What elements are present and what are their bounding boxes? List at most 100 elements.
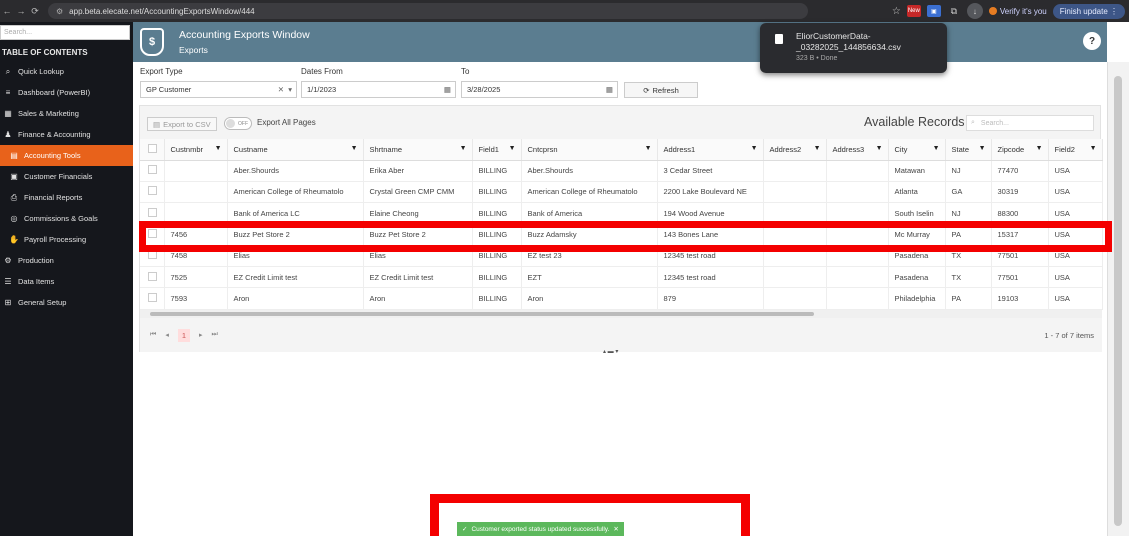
table-row[interactable]: 7458 Elias Elias BILLING EZ test 23 12345 tes… (140, 245, 1103, 267)
column-header[interactable]: Address3 ▼ (826, 139, 889, 161)
column-header[interactable]: Address2 ▼ (763, 139, 827, 161)
calendar-icon[interactable]: ▦ (444, 85, 451, 94)
toast-message: Customer exported status updated success… (471, 525, 610, 533)
sidebar-item-dashboard[interactable]: ≡ Dashboard (PowerBI) (0, 82, 133, 103)
filter-icon[interactable]: ▼ (351, 145, 358, 152)
clear-icon[interactable]: ✕ (278, 85, 284, 94)
filter-icon[interactable]: ▼ (645, 145, 652, 152)
filter-icon[interactable]: ▼ (814, 145, 821, 152)
calendar-icon[interactable]: ▦ (606, 85, 613, 94)
sidebar-item-general-setup[interactable]: ⊞ General Setup (0, 292, 133, 313)
file-icon (775, 34, 783, 44)
filter-icon[interactable]: ▼ (876, 145, 883, 152)
extensions-puzzle-icon[interactable]: ⧉ (947, 5, 961, 17)
row-checkbox[interactable] (140, 266, 165, 289)
filter-icon[interactable]: ▼ (509, 145, 516, 152)
filter-icon[interactable]: ▼ (1090, 145, 1097, 152)
sidebar-item-payroll-processing[interactable]: ✋ Payroll Processing (0, 229, 133, 250)
grid-search-input[interactable]: ⌕ Search... (966, 115, 1094, 131)
table-cell (826, 181, 889, 204)
sidebar-item-label: Production (18, 256, 54, 265)
table-row[interactable]: 7525 EZ Credit Limit test EZ Credit Limit … (140, 266, 1103, 289)
dates-from-input[interactable]: 1/1/2023 ▦ (301, 81, 456, 98)
filter-icon[interactable]: ▼ (751, 145, 758, 152)
sidebar-item-financial-reports[interactable]: ⎙ Financial Reports (0, 187, 133, 208)
row-checkbox[interactable] (140, 287, 165, 310)
verify-account-button[interactable]: Verify it's you (988, 7, 1047, 16)
back-icon[interactable]: ← (0, 6, 14, 16)
refresh-button[interactable]: ⟳ Refresh (624, 82, 698, 98)
finish-update-button[interactable]: Finish update ⋮ (1052, 3, 1125, 19)
row-checkbox[interactable] (140, 202, 165, 225)
sidebar-item-finance-accounting[interactable]: ♟ Finance & Accounting (0, 124, 133, 145)
last-page-icon[interactable]: ⏭ (212, 331, 218, 339)
column-header[interactable]: Shrtname ▼ (363, 139, 473, 161)
column-header[interactable]: State ▼ (945, 139, 992, 161)
resize-handle[interactable]: ▴ ▬ ▾ (603, 348, 618, 355)
page-number[interactable]: 1 (177, 328, 190, 342)
row-checkbox[interactable] (140, 181, 165, 204)
column-header[interactable]: Cntcprsn ▼ (521, 139, 658, 161)
download-filename[interactable]: EliorCustomerData-_03282025_144856634.cs… (796, 31, 941, 53)
address-bar[interactable]: ⚙ app.beta.elecate.net/AccountingExports… (48, 3, 808, 19)
filter-icon[interactable]: ▼ (1036, 145, 1043, 152)
export-type-select[interactable]: GP Customer ✕ ▾ (140, 81, 297, 98)
bookmark-star-icon[interactable]: ☆ (892, 6, 901, 17)
help-icon[interactable]: ? (1083, 32, 1101, 50)
chevron-down-icon[interactable]: ▾ (288, 85, 292, 94)
table-row[interactable]: Aber.Shourds Erika Aber BILLING Aber.Shourd… (140, 160, 1103, 182)
filter-icon[interactable]: ▼ (933, 145, 940, 152)
sidebar-item-customer-financials[interactable]: ▣ Customer Financials (0, 166, 133, 187)
search-icon: ⌕ (5, 66, 11, 76)
table-row[interactable]: 7456 Buzz Pet Store 2 Buzz Pet Store 2 BILL… (140, 223, 1103, 246)
column-header[interactable]: Field1 ▼ (472, 139, 522, 161)
sidebar-item-sales-marketing[interactable]: ▦ Sales & Marketing (0, 103, 133, 124)
extension-icon[interactable]: ▣ (926, 5, 941, 17)
column-header[interactable]: Custname ▼ (227, 139, 364, 161)
table-row[interactable]: 7593 Aron Aron BILLING Aron 879 Philadelphia PA… (140, 287, 1103, 310)
column-header[interactable]: City ▼ (888, 139, 946, 161)
site-settings-icon[interactable]: ⚙ (56, 7, 63, 16)
forward-icon[interactable]: → (14, 6, 28, 16)
export-csv-button[interactable]: ▤ Export to CSV (147, 117, 217, 131)
scrollbar-thumb[interactable] (1114, 76, 1122, 526)
next-page-icon[interactable]: ▸ (199, 331, 203, 339)
reload-icon[interactable]: ⟳ (28, 6, 42, 17)
sidebar-item-data-items[interactable]: ☰ Data Items (0, 271, 133, 292)
sidebar-item-quick-lookup[interactable]: ⌕ Quick Lookup (0, 61, 133, 82)
browser-toolbar: ← → ⟳ ⚙ app.beta.elecate.net/AccountingE… (0, 0, 1129, 22)
news-extension-icon[interactable]: New (906, 5, 921, 17)
close-icon[interactable]: ✕ (613, 525, 618, 533)
scrollbar-thumb[interactable] (150, 312, 814, 316)
column-header[interactable]: Field2 ▼ (1048, 139, 1103, 161)
column-header[interactable]: Address1 ▼ (657, 139, 764, 161)
export-all-toggle[interactable]: OFF (224, 117, 252, 130)
row-checkbox[interactable] (140, 160, 165, 182)
sidebar-search-input[interactable]: Search... (0, 25, 130, 40)
filter-icon[interactable]: ▼ (460, 145, 467, 152)
filter-icon[interactable]: ▼ (215, 145, 222, 152)
prev-page-icon[interactable]: ◂ (165, 331, 169, 339)
dates-to-input[interactable]: 3/28/2025 ▦ (461, 81, 618, 98)
sidebar-item-accounting-tools[interactable]: ▤ Accounting Tools (0, 145, 133, 166)
download-icon[interactable]: ↓ (966, 3, 983, 19)
row-checkbox[interactable] (140, 245, 165, 267)
table-body: Aber.Shourds Erika Aber BILLING Aber.Shourd… (140, 160, 1103, 310)
filter-icon[interactable]: ▼ (979, 145, 986, 152)
column-label: State (951, 144, 970, 154)
download-popup: EliorCustomerData-_03282025_144856634.cs… (760, 23, 947, 73)
table-row[interactable]: American College of Rheumatolo Crystal Gr… (140, 181, 1103, 204)
sidebar-item-production[interactable]: ⚙ Production (0, 250, 133, 271)
select-all-checkbox[interactable] (140, 139, 165, 161)
sidebar-item-commissions-goals[interactable]: ◎ Commissions & Goals (0, 208, 133, 229)
vertical-scrollbar[interactable] (1107, 62, 1129, 536)
row-checkbox[interactable] (140, 223, 165, 246)
horizontal-scrollbar[interactable] (140, 310, 1102, 318)
first-page-icon[interactable]: ⏮ (150, 331, 156, 339)
column-header[interactable]: Custnmbr ▼ (164, 139, 228, 161)
table-cell (164, 160, 228, 182)
table-row[interactable]: Bank of America LC Elaine Cheong BILLING Ba… (140, 202, 1103, 225)
printer-icon: ⎙ (10, 192, 18, 202)
column-header[interactable]: Zipcode ▼ (991, 139, 1049, 161)
checkbox (148, 229, 157, 239)
